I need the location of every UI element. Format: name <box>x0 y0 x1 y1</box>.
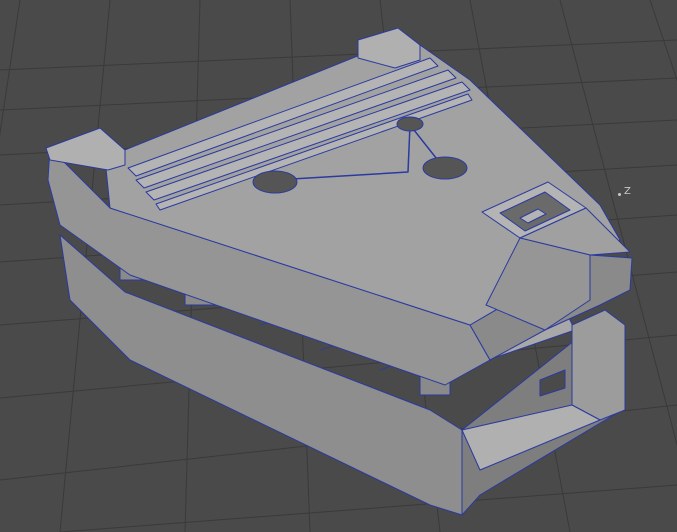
mesh-model[interactable] <box>45 27 633 516</box>
axis-z-label: Z <box>624 186 631 197</box>
hole-left <box>252 170 298 194</box>
front-bracket <box>571 309 626 421</box>
viewport-canvas[interactable] <box>0 0 677 532</box>
hole-small <box>396 116 424 132</box>
hole-right <box>422 156 468 180</box>
3d-viewport[interactable]: Z <box>0 0 677 532</box>
axis-origin-dot <box>618 193 621 196</box>
